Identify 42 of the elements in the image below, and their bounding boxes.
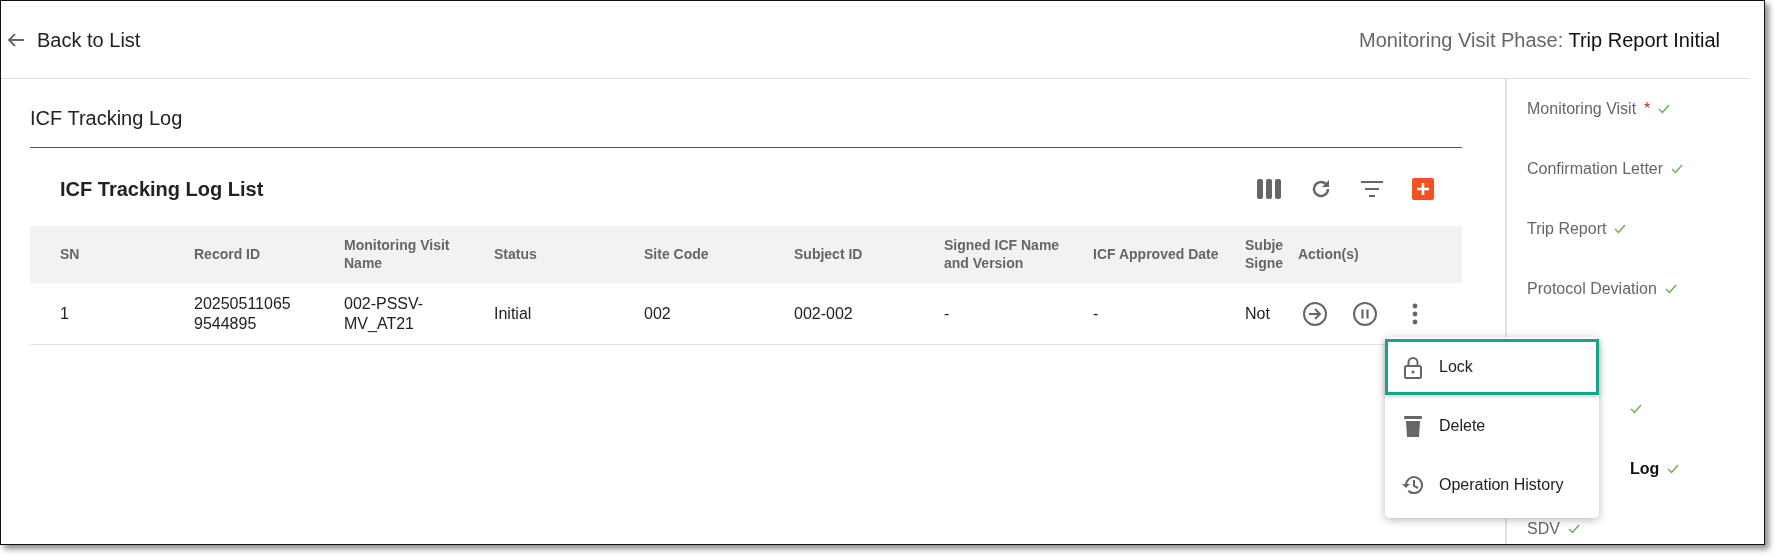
sidebar-item[interactable]: Trip Report	[1527, 217, 1607, 241]
table-cell: 1	[30, 283, 164, 345]
table-cell: 002-002	[764, 283, 914, 345]
required-mark: *	[1644, 99, 1651, 119]
columns-icon[interactable]	[1256, 178, 1282, 200]
sidebar-item[interactable]: Log	[1630, 457, 1660, 481]
menu-item[interactable]: Operation History	[1385, 456, 1599, 513]
back-arrow-icon	[7, 31, 25, 48]
sidebar-item[interactable]: Monitoring Visit	[1527, 97, 1637, 121]
trash-icon	[1401, 413, 1425, 438]
column-header: Site Code	[614, 226, 764, 283]
table-cell: 002-PSSV- MV_AT21	[314, 283, 464, 345]
table-cell: Not	[1245, 283, 1298, 345]
list-title: ICF Tracking Log List	[60, 177, 264, 202]
menu-item[interactable]: Delete	[1385, 397, 1599, 454]
column-header: Subject ID	[764, 226, 914, 283]
column-header: ICF Approved Date	[1063, 226, 1245, 283]
table-cell: 002	[614, 283, 764, 345]
column-header: Monitoring Visit Name	[314, 226, 464, 283]
arrow-circle-icon[interactable]	[1302, 300, 1328, 327]
column-header: Action(s)	[1298, 226, 1462, 283]
column-header: Status	[464, 226, 614, 283]
column-header: SN	[30, 226, 164, 283]
section-title: ICF Tracking Log	[30, 99, 1462, 148]
table-cell: 20250511065 9544895	[164, 283, 314, 345]
menu-item[interactable]: Lock	[1385, 338, 1599, 395]
add-icon[interactable]	[1412, 178, 1434, 200]
table-cell: -	[914, 283, 1063, 345]
sidebar-item[interactable]: SDV	[1527, 517, 1560, 541]
pause-icon[interactable]	[1352, 300, 1378, 327]
column-header: Signed ICF Name and Version	[914, 226, 1063, 283]
back-to-list-link[interactable]: Back to List	[7, 24, 141, 55]
sidebar-item[interactable]: Protocol Deviation	[1527, 277, 1657, 301]
phase-text: Monitoring Visit Phase: Trip Report Initial	[1359, 27, 1720, 53]
refresh-icon[interactable]	[1310, 178, 1332, 200]
table-cell: -	[1063, 283, 1245, 345]
sidebar-item[interactable]: Confirmation Letter	[1527, 157, 1664, 181]
table-cell: Initial	[464, 283, 614, 345]
column-header: Record ID	[164, 226, 314, 283]
column-header: Subje Signe	[1245, 226, 1298, 283]
lock-icon	[1401, 354, 1425, 379]
filter-icon[interactable]	[1360, 180, 1384, 198]
